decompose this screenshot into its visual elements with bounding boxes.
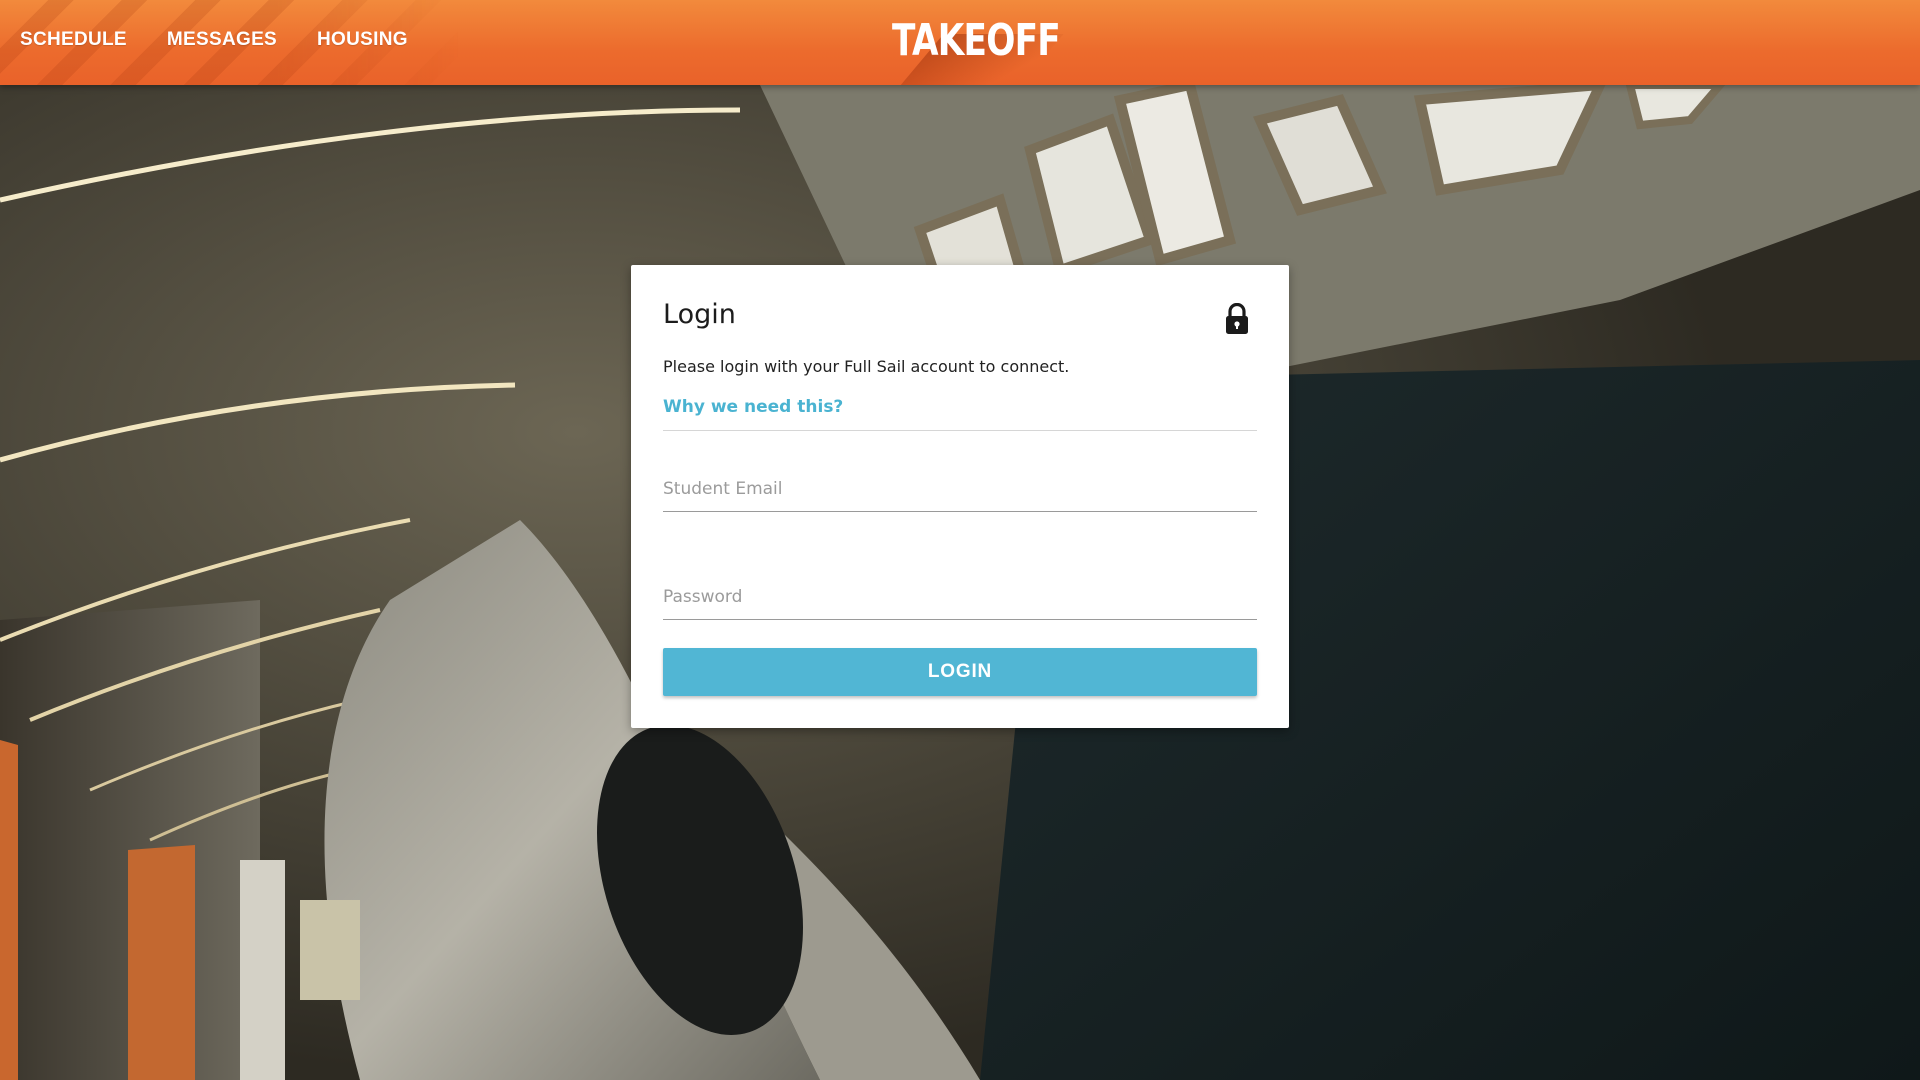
lock-icon — [1225, 302, 1249, 335]
login-title: Login — [663, 299, 736, 330]
logo[interactable]: TAKEOFF — [876, 15, 1107, 85]
login-button[interactable]: LOGIN — [663, 648, 1257, 696]
why-we-need-this-link[interactable]: Why we need this? — [663, 397, 843, 417]
main-nav: SCHEDULE MESSAGES HOUSING — [20, 0, 448, 80]
divider — [663, 430, 1257, 431]
nav-item-messages[interactable]: MESSAGES — [167, 29, 277, 51]
top-nav-bar: SCHEDULE MESSAGES HOUSING TAKEOFF — [0, 0, 1920, 85]
page: SCHEDULE MESSAGES HOUSING TAKEOFF Login … — [0, 0, 1920, 1080]
login-card: Login Please login with your Full Sail a… — [631, 265, 1289, 728]
nav-item-schedule[interactable]: SCHEDULE — [20, 29, 127, 51]
password-input[interactable] — [663, 574, 1257, 620]
nav-item-housing[interactable]: HOUSING — [317, 29, 408, 51]
logo-text: TAKEOFF — [892, 15, 1061, 66]
student-email-input[interactable] — [663, 466, 1257, 512]
login-description: Please login with your Full Sail account… — [663, 357, 1070, 376]
